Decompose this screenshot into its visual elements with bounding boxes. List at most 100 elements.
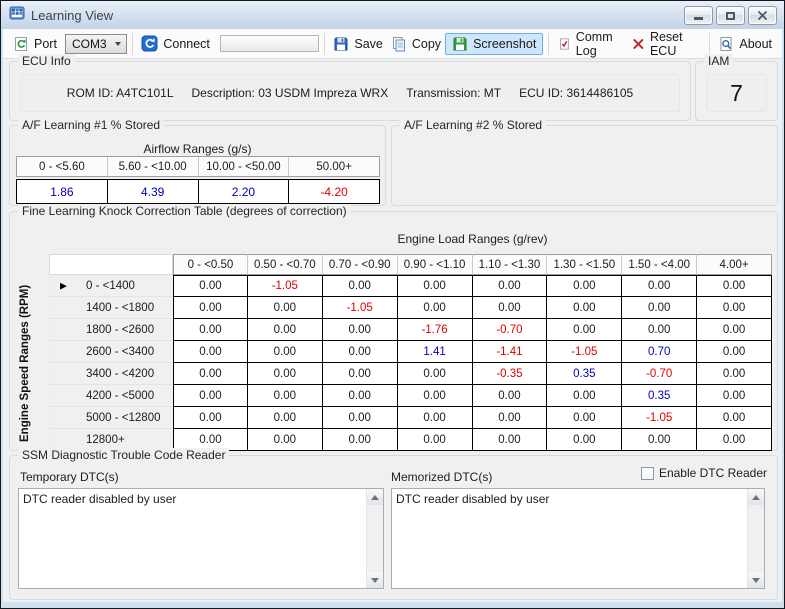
memorized-dtc-scrollbar[interactable] [747, 489, 764, 588]
title-bar[interactable]: Learning View [1, 1, 784, 29]
af1-value-cell[interactable]: 1.86 [17, 180, 108, 203]
knock-value-cell[interactable]: 0.00 [173, 385, 248, 407]
knock-value-cell[interactable]: 0.00 [622, 297, 697, 319]
close-button[interactable] [748, 6, 777, 25]
knock-value-cell[interactable]: 0.00 [248, 429, 323, 451]
knock-value-cell[interactable]: 0.00 [173, 407, 248, 429]
knock-value-cell[interactable]: 0.00 [398, 407, 473, 429]
knock-value-cell[interactable]: 0.00 [248, 385, 323, 407]
knock-value-cell[interactable]: 0.00 [697, 407, 772, 429]
knock-value-cell[interactable]: 0.00 [173, 363, 248, 385]
toolbar-separator [709, 33, 710, 55]
knock-value-cell[interactable]: -1.41 [473, 341, 548, 363]
knock-value-cell[interactable]: 0.00 [473, 429, 548, 451]
scroll-up-button[interactable] [367, 489, 383, 505]
knock-value-cell[interactable]: 0.00 [622, 319, 697, 341]
knock-value-cell[interactable]: 0.00 [173, 297, 248, 319]
knock-value-cell[interactable]: -0.35 [473, 363, 548, 385]
maximize-button[interactable] [716, 6, 745, 25]
knock-value-cell[interactable]: 0.00 [398, 429, 473, 451]
knock-value-cell[interactable]: -0.70 [622, 363, 697, 385]
knock-value-cell[interactable]: 0.35 [547, 363, 622, 385]
knock-value-cell[interactable]: 0.70 [622, 341, 697, 363]
knock-value-cell[interactable]: 0.00 [398, 363, 473, 385]
knock-correction-table: 0 - <0.500.50 - <0.700.70 - <0.900.90 - … [49, 254, 772, 451]
knock-value-cell[interactable]: 1.41 [398, 341, 473, 363]
reset-ecu-button[interactable]: Reset ECU [628, 28, 703, 60]
knock-value-cell[interactable]: 0.00 [547, 407, 622, 429]
knock-value-cell[interactable]: -1.76 [398, 319, 473, 341]
temporary-dtc-scrollbar[interactable] [366, 489, 383, 588]
knock-value-cell[interactable]: 0.00 [547, 429, 622, 451]
knock-value-cell[interactable]: 0.00 [398, 297, 473, 319]
knock-value-cell[interactable]: 0.00 [323, 341, 398, 363]
minimize-button[interactable] [684, 6, 713, 25]
knock-value-cell[interactable]: 0.00 [323, 385, 398, 407]
knock-value-cell[interactable]: 0.00 [398, 385, 473, 407]
enable-dtc-reader-checkbox[interactable] [641, 467, 654, 480]
knock-value-cell[interactable]: 0.00 [248, 341, 323, 363]
knock-value-cell[interactable]: -1.05 [622, 407, 697, 429]
af1-value-cell[interactable]: 4.39 [108, 180, 199, 203]
about-button[interactable]: About [714, 34, 776, 54]
af1-value-cell[interactable]: -4.20 [289, 180, 379, 203]
knock-value-cell[interactable]: 0.00 [697, 319, 772, 341]
memorized-dtc-textarea[interactable]: DTC reader disabled by user [391, 488, 765, 589]
knock-value-cell[interactable]: 0.00 [473, 275, 548, 297]
knock-column-header: 1.50 - <4.00 [622, 254, 697, 275]
screenshot-button[interactable]: Screenshot [445, 33, 543, 55]
scroll-down-button[interactable] [748, 572, 764, 588]
iam-panel: 7 [706, 74, 767, 112]
af1-column-header: 50.00+ [289, 157, 379, 176]
knock-value-cell[interactable]: 0.00 [547, 319, 622, 341]
knock-value-cell[interactable]: 0.00 [248, 407, 323, 429]
triangle-down-icon [371, 578, 379, 583]
knock-value-cell[interactable]: 0.00 [323, 363, 398, 385]
connect-button[interactable]: Connect [137, 33, 214, 54]
knock-value-cell[interactable]: 0.00 [622, 275, 697, 297]
comm-log-button[interactable]: Comm Log [554, 28, 628, 60]
port-dropdown-button[interactable] [111, 35, 126, 53]
knock-value-cell[interactable]: -1.05 [547, 341, 622, 363]
copy-button[interactable]: Copy [387, 34, 445, 54]
knock-value-cell[interactable]: 0.00 [547, 275, 622, 297]
knock-value-cell[interactable]: 0.35 [622, 385, 697, 407]
engine-speed-ranges-label: Engine Speed Ranges (RPM) [16, 275, 34, 451]
knock-value-cell[interactable]: 0.00 [173, 341, 248, 363]
window-title: Learning View [31, 8, 113, 23]
knock-value-cell[interactable]: 0.00 [473, 407, 548, 429]
knock-value-cell[interactable]: -1.05 [248, 275, 323, 297]
knock-value-cell[interactable]: 0.00 [473, 297, 548, 319]
knock-value-cell[interactable]: -1.05 [323, 297, 398, 319]
knock-value-cell[interactable]: 0.00 [323, 275, 398, 297]
knock-value-cell[interactable]: 0.00 [323, 407, 398, 429]
knock-value-cell[interactable]: 0.00 [398, 275, 473, 297]
triangle-up-icon [371, 495, 379, 500]
scroll-up-button[interactable] [748, 489, 764, 505]
knock-value-cell[interactable]: 0.00 [323, 319, 398, 341]
memorized-dtc-text: DTC reader disabled by user [396, 492, 742, 506]
temporary-dtc-textarea[interactable]: DTC reader disabled by user [18, 488, 384, 589]
port-refresh-button[interactable]: Port [9, 34, 61, 54]
port-select[interactable]: COM3 [65, 34, 127, 54]
knock-value-cell[interactable]: 0.00 [323, 429, 398, 451]
knock-value-cell[interactable]: 0.00 [248, 319, 323, 341]
scroll-down-button[interactable] [367, 572, 383, 588]
knock-value-cell[interactable]: 0.00 [697, 297, 772, 319]
save-button[interactable]: Save [329, 34, 387, 54]
af1-value-cell[interactable]: 2.20 [199, 180, 290, 203]
knock-value-cell[interactable]: -0.70 [473, 319, 548, 341]
knock-value-cell[interactable]: 0.00 [248, 297, 323, 319]
knock-value-cell[interactable]: 0.00 [697, 363, 772, 385]
knock-value-cell[interactable]: 0.00 [248, 363, 323, 385]
knock-value-cell[interactable]: 0.00 [547, 385, 622, 407]
knock-value-cell[interactable]: 0.00 [697, 385, 772, 407]
knock-value-cell[interactable]: 0.00 [622, 429, 697, 451]
knock-value-cell[interactable]: 0.00 [173, 319, 248, 341]
knock-value-cell[interactable]: 0.00 [697, 341, 772, 363]
knock-value-cell[interactable]: 0.00 [697, 429, 772, 451]
knock-value-cell[interactable]: 0.00 [173, 275, 248, 297]
knock-value-cell[interactable]: 0.00 [697, 275, 772, 297]
knock-value-cell[interactable]: 0.00 [547, 297, 622, 319]
knock-value-cell[interactable]: 0.00 [473, 385, 548, 407]
